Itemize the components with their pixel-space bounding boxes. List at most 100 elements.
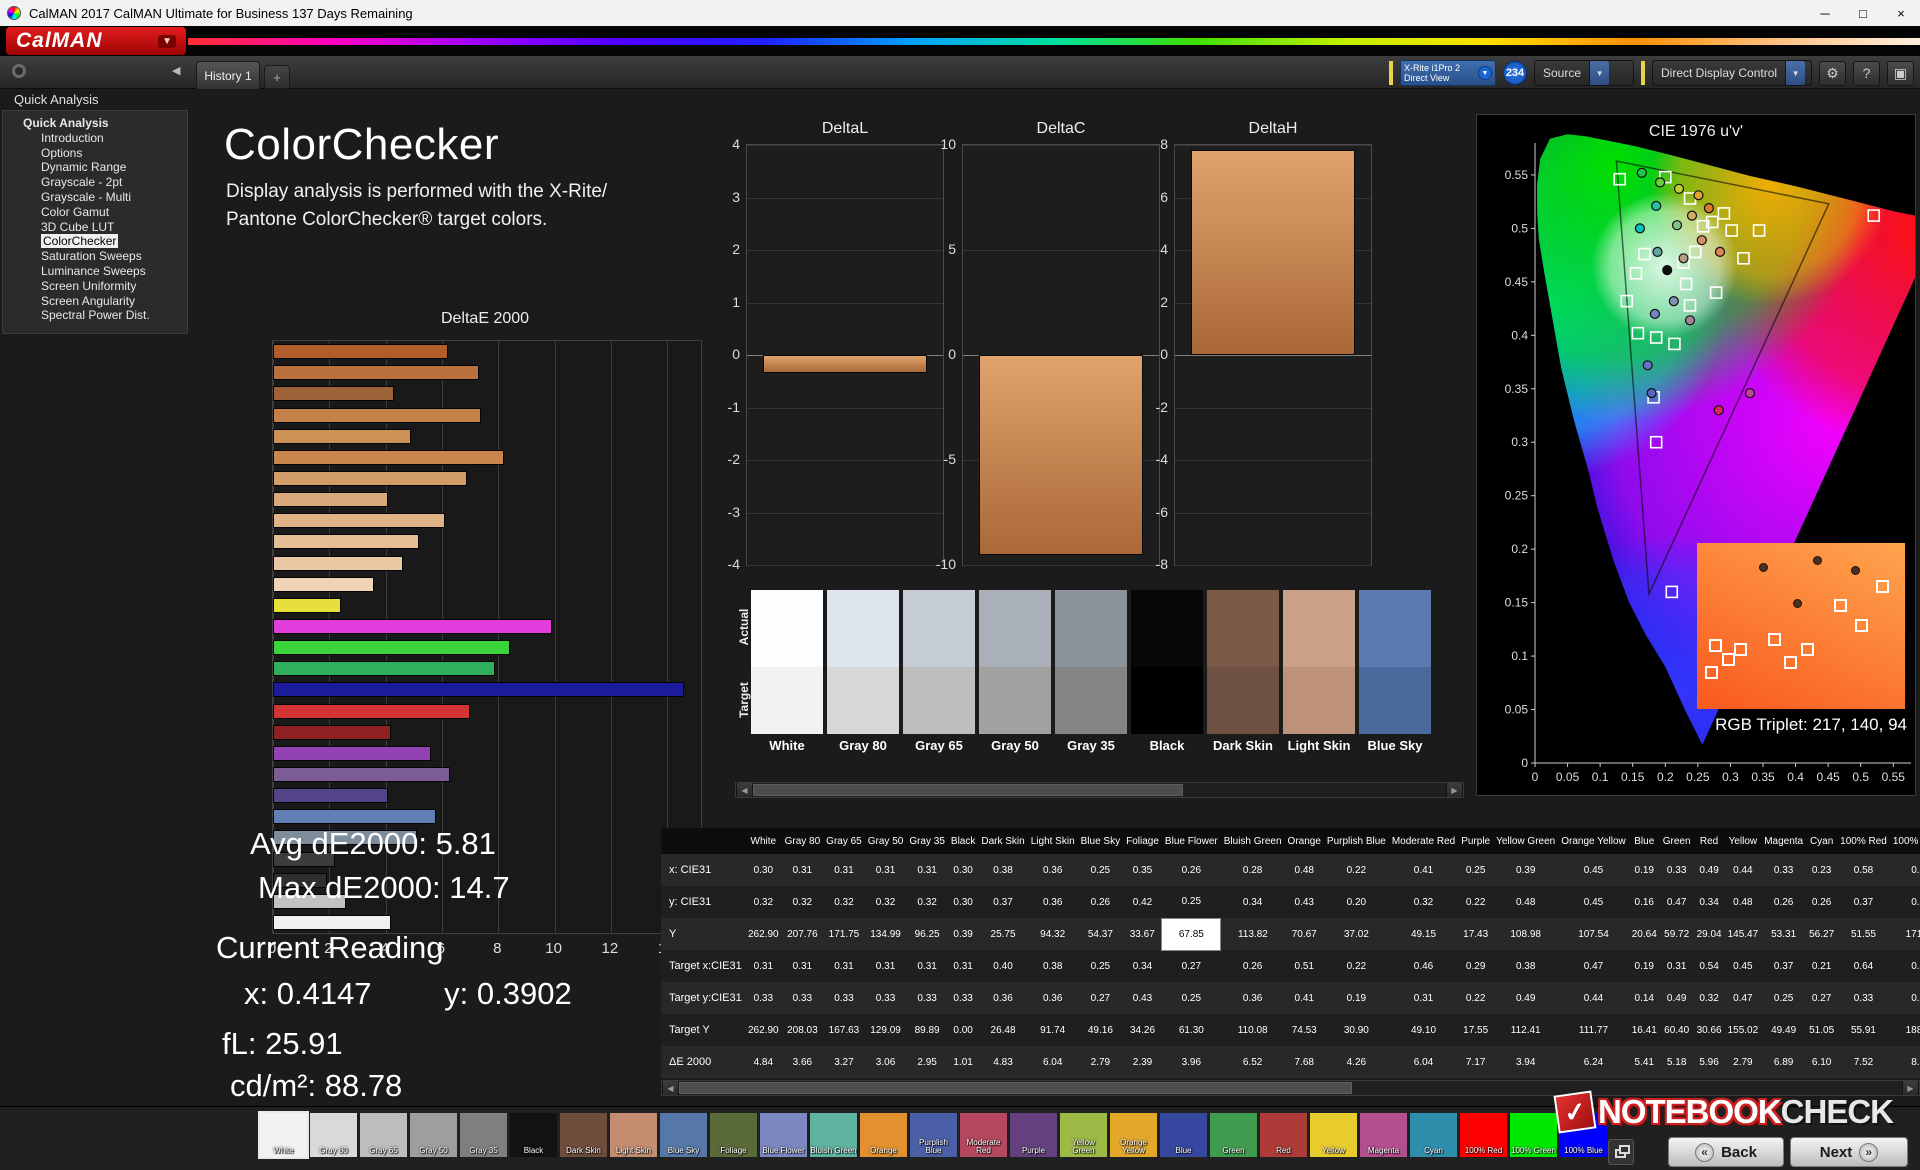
- table-cell[interactable]: 0.32: [1389, 886, 1458, 918]
- table-cell[interactable]: 49.15: [1389, 918, 1458, 950]
- table-cell[interactable]: 0.26: [1806, 886, 1837, 918]
- sidebar-item-options[interactable]: Options: [3, 146, 187, 161]
- table-cell[interactable]: 0.36: [978, 982, 1027, 1014]
- table-cell[interactable]: 96.25: [906, 918, 948, 950]
- table-cell[interactable]: 2.39: [1123, 1046, 1162, 1078]
- new-tab-button[interactable]: +: [264, 65, 290, 89]
- table-cell[interactable]: 0.45: [1558, 854, 1629, 886]
- sidebar-item-dynamic-range[interactable]: Dynamic Range: [3, 160, 187, 175]
- table-cell[interactable]: 0.49: [1493, 982, 1558, 1014]
- table-cell[interactable]: 0.47: [1725, 982, 1762, 1014]
- table-cell[interactable]: 53.31: [1761, 918, 1806, 950]
- table-cell[interactable]: 7.68: [1285, 1046, 1324, 1078]
- table-cell[interactable]: 6.10: [1806, 1046, 1837, 1078]
- table-cell[interactable]: 0.25: [1162, 982, 1221, 1014]
- table-cell[interactable]: 0.32: [1694, 982, 1725, 1014]
- table-cell[interactable]: 33.67: [1123, 918, 1162, 950]
- table-cell[interactable]: 30.66: [1694, 1014, 1725, 1046]
- table-cell[interactable]: 0.38: [1493, 950, 1558, 982]
- table-cell[interactable]: 3.06: [865, 1046, 907, 1078]
- table-cell[interactable]: 0.45: [1725, 950, 1762, 982]
- table-cell[interactable]: 0.30: [948, 886, 978, 918]
- table-cell[interactable]: 55.91: [1837, 1014, 1890, 1046]
- table-cell[interactable]: 0.22: [1458, 886, 1493, 918]
- table-cell[interactable]: 0.31: [865, 854, 907, 886]
- patch-gray-65[interactable]: Gray 65: [903, 590, 975, 754]
- sidebar-item-grayscale-multi[interactable]: Grayscale - Multi: [3, 190, 187, 205]
- table-cell[interactable]: 3.66: [782, 1046, 824, 1078]
- table-cell[interactable]: 3.94: [1493, 1046, 1558, 1078]
- table-cell[interactable]: 129.09: [865, 1014, 907, 1046]
- table-cell[interactable]: 0.48: [1725, 886, 1762, 918]
- table-cell[interactable]: 70.67: [1285, 918, 1324, 950]
- bottom-swatch-cyan[interactable]: Cyan: [1410, 1113, 1457, 1157]
- bottom-swatch-green[interactable]: Green: [1210, 1113, 1257, 1157]
- table-cell[interactable]: 89.89: [906, 1014, 948, 1046]
- table-cell[interactable]: 16.41: [1629, 1014, 1660, 1046]
- table-cell[interactable]: 49.10: [1389, 1014, 1458, 1046]
- table-cell[interactable]: 0.31: [782, 854, 824, 886]
- bottom-swatch-yellow-green[interactable]: Yellow Green: [1060, 1113, 1107, 1157]
- table-cell[interactable]: 0.36: [1028, 982, 1078, 1014]
- table-cell[interactable]: 8.16: [1890, 1046, 1920, 1078]
- table-cell[interactable]: 0.31: [745, 950, 782, 982]
- table-cell[interactable]: 6.52: [1221, 1046, 1285, 1078]
- table-cell[interactable]: 51.05: [1806, 1014, 1837, 1046]
- patch-blue-sky[interactable]: Blue Sky: [1359, 590, 1431, 754]
- table-cell[interactable]: 0.30: [745, 854, 782, 886]
- table-cell[interactable]: 94.32: [1028, 918, 1078, 950]
- strip-scroll-thumb[interactable]: [753, 784, 1183, 796]
- table-cell[interactable]: 2.79: [1078, 1046, 1123, 1078]
- table-cell[interactable]: 17.43: [1458, 918, 1493, 950]
- table-cell[interactable]: 0.31: [1389, 982, 1458, 1014]
- nav-dot-icon[interactable]: [12, 64, 26, 78]
- settings-button[interactable]: ⚙: [1819, 60, 1846, 86]
- table-cell[interactable]: 0.22: [1324, 854, 1389, 886]
- bottom-swatch-bluish-green[interactable]: Bluish Green: [810, 1113, 857, 1157]
- table-cell[interactable]: 0.49: [1694, 854, 1725, 886]
- table-cell[interactable]: 54.37: [1078, 918, 1123, 950]
- table-cell[interactable]: 0.30: [948, 854, 978, 886]
- table-cell[interactable]: 0.37: [1837, 886, 1890, 918]
- scroll-left-icon[interactable]: ◀: [662, 1081, 679, 1095]
- table-cell[interactable]: 0.32: [823, 886, 865, 918]
- bottom-swatch-100-green[interactable]: 100% Green: [1510, 1113, 1557, 1157]
- tab-history-1[interactable]: History 1: [196, 61, 260, 89]
- patch-gray-80[interactable]: Gray 80: [827, 590, 899, 754]
- table-cell[interactable]: 0.23: [1806, 854, 1837, 886]
- table-cell[interactable]: 0.19: [1324, 982, 1389, 1014]
- bottom-swatch-black[interactable]: Black: [510, 1113, 557, 1157]
- table-cell[interactable]: 0.30: [1890, 950, 1920, 982]
- table-cell[interactable]: 0.48: [1493, 886, 1558, 918]
- table-cell[interactable]: 0.21: [1806, 950, 1837, 982]
- table-cell[interactable]: 0.20: [1324, 886, 1389, 918]
- table-cell[interactable]: 0.26: [1761, 886, 1806, 918]
- table-cell[interactable]: 0.25: [1078, 854, 1123, 886]
- table-cell[interactable]: 0.00: [948, 1014, 978, 1046]
- bottom-swatch-red[interactable]: Red: [1260, 1113, 1307, 1157]
- back-button[interactable]: « Back: [1668, 1137, 1784, 1167]
- source-dropdown[interactable]: Source ▼: [1534, 60, 1634, 86]
- table-cell[interactable]: 2.95: [906, 1046, 948, 1078]
- table-cell[interactable]: 0.27: [1162, 950, 1221, 982]
- table-cell[interactable]: 0.31: [782, 950, 824, 982]
- table-cell[interactable]: 49.49: [1761, 1014, 1806, 1046]
- table-cell[interactable]: 108.98: [1493, 918, 1558, 950]
- scroll-right-icon[interactable]: ▶: [1446, 783, 1463, 797]
- bottom-swatch-purplish-blue[interactable]: Purplish Blue: [910, 1113, 957, 1157]
- table-cell[interactable]: 5.18: [1660, 1046, 1694, 1078]
- table-cell[interactable]: 0.33: [865, 982, 907, 1014]
- table-cell[interactable]: 113.82: [1221, 918, 1285, 950]
- table-cell[interactable]: 0.39: [948, 918, 978, 950]
- table-cell[interactable]: 6.24: [1558, 1046, 1629, 1078]
- table-cell[interactable]: 0.43: [1123, 982, 1162, 1014]
- table-cell[interactable]: 171.94: [1890, 918, 1920, 950]
- table-cell[interactable]: 0.25: [1162, 886, 1221, 918]
- table-cell[interactable]: 25.75: [978, 918, 1027, 950]
- table-cell[interactable]: 112.41: [1493, 1014, 1558, 1046]
- bottom-swatch-foliage[interactable]: Foliage: [710, 1113, 757, 1157]
- sidebar-item-color-gamut[interactable]: Color Gamut: [3, 205, 187, 220]
- table-cell[interactable]: 0.41: [1285, 982, 1324, 1014]
- table-cell[interactable]: 0.37: [1761, 950, 1806, 982]
- table-cell[interactable]: 0.56: [1890, 886, 1920, 918]
